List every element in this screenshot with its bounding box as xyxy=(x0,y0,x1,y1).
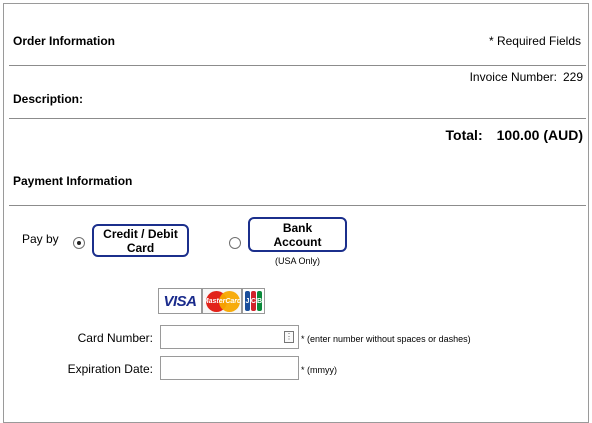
bank-account-button[interactable]: Bank Account xyxy=(248,217,347,252)
visa-icon: VISA xyxy=(158,288,202,314)
total-value: 100.00 (AUD) xyxy=(496,127,583,143)
autofill-key-icon[interactable]: ⋮ xyxy=(284,331,294,343)
order-information-heading: Order Information xyxy=(13,34,116,48)
credit-debit-card-button[interactable]: Credit / Debit Card xyxy=(92,224,189,257)
credit-card-radio[interactable] xyxy=(73,237,85,249)
jcb-letter: B xyxy=(256,291,262,311)
divider xyxy=(9,118,586,119)
visa-logo-text: VISA xyxy=(163,292,197,310)
expiration-date-label: Expiration Date: xyxy=(67,362,153,376)
divider xyxy=(9,205,586,206)
expiration-date-input[interactable] xyxy=(160,356,299,380)
mastercard-icon: MasterCard xyxy=(202,288,242,314)
jcb-icon: J C B xyxy=(242,288,265,314)
card-number-input[interactable] xyxy=(160,325,299,349)
invoice-label: Invoice Number: xyxy=(469,70,557,84)
bank-account-radio[interactable] xyxy=(229,237,241,249)
total-label: Total: xyxy=(445,127,483,143)
jcb-letter: C xyxy=(250,291,256,311)
card-number-hint: * (enter number without spaces or dashes… xyxy=(301,334,471,344)
card-number-label: Card Number: xyxy=(77,331,153,345)
invoice-number: Invoice Number: 229 xyxy=(470,70,583,84)
jcb-letter: J xyxy=(245,291,250,311)
payment-information-heading: Payment Information xyxy=(13,174,133,188)
expiration-hint: * (mmyy) xyxy=(301,365,337,375)
order-total: Total: 100.00 (AUD) xyxy=(446,127,583,143)
description-label: Description: xyxy=(13,92,84,106)
divider xyxy=(9,65,586,66)
usa-only-note: (USA Only) xyxy=(275,256,321,266)
mastercard-logo-text: MasterCard xyxy=(202,297,242,305)
invoice-value: 229 xyxy=(562,70,583,84)
required-fields-note: * Required Fields xyxy=(488,34,581,48)
accepted-cards: VISA MasterCard J C B xyxy=(158,288,265,314)
pay-by-label: Pay by xyxy=(22,232,59,246)
